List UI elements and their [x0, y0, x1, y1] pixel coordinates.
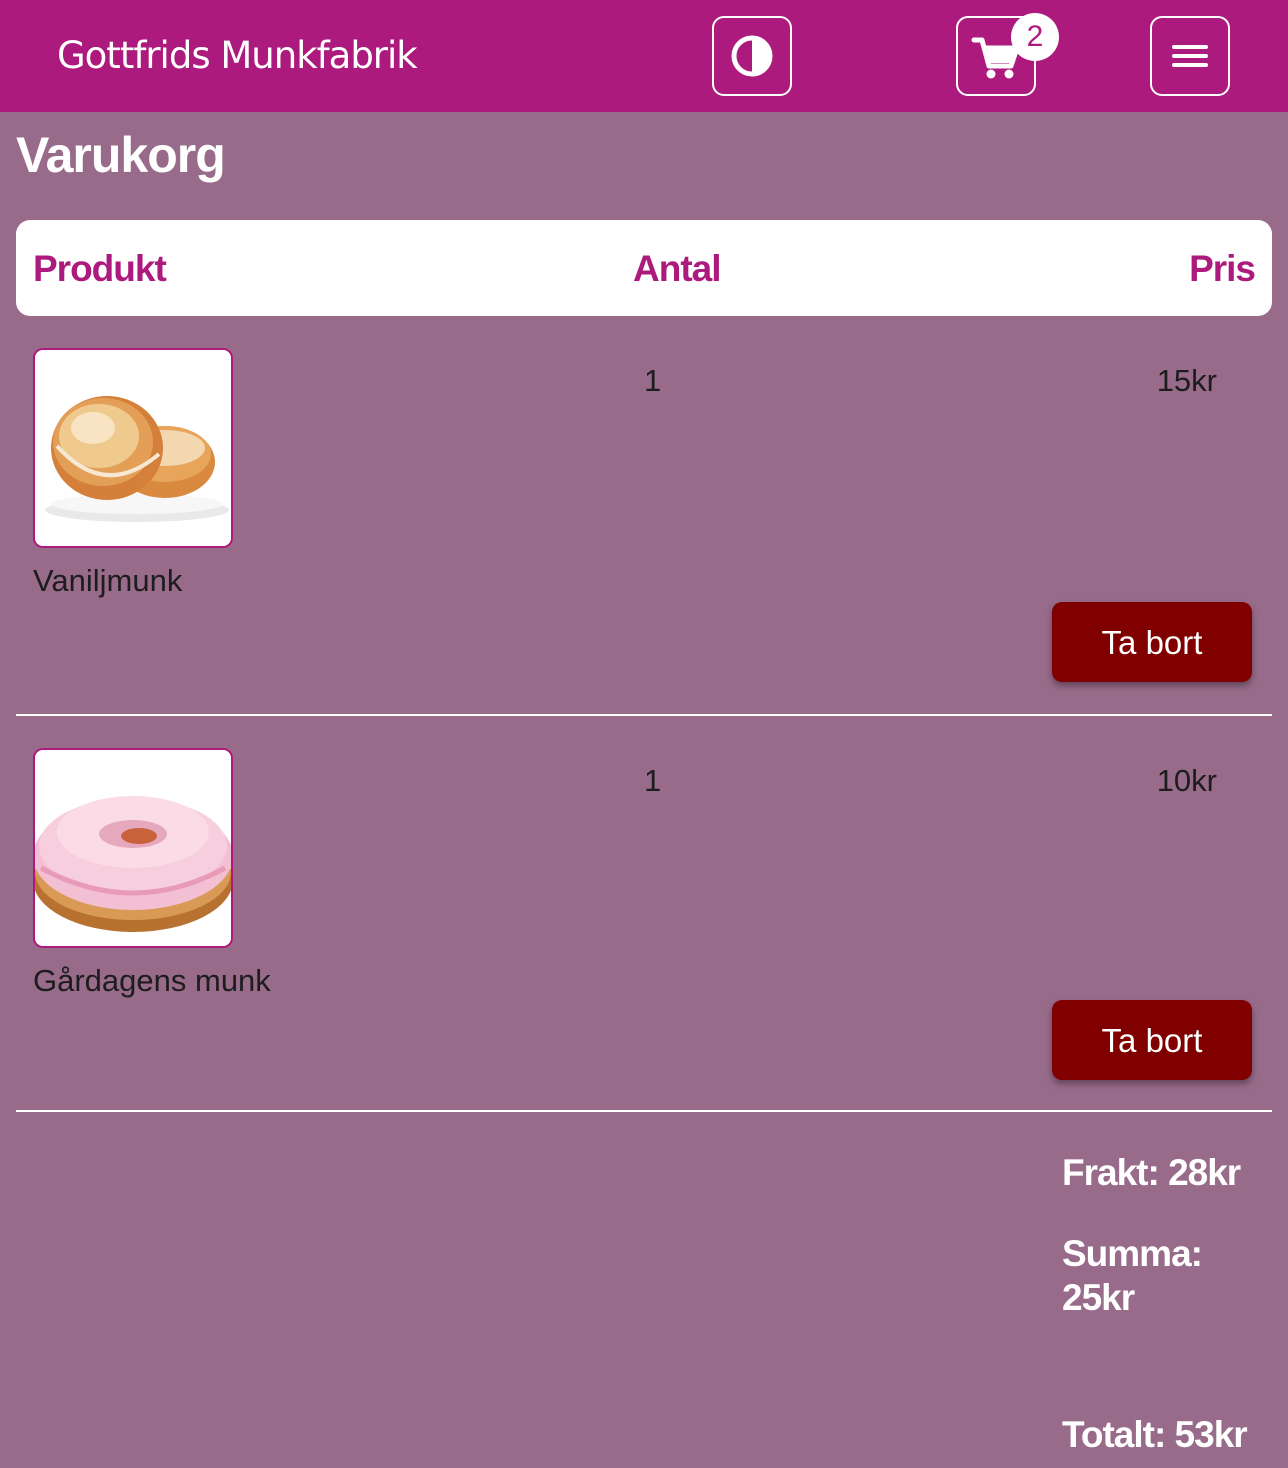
product-name: Gårdagens munk — [33, 963, 271, 998]
shipping-cost: Frakt: 28kr — [1062, 1152, 1241, 1193]
product-name: Vaniljmunk — [33, 563, 183, 598]
column-header-quantity: Antal — [633, 248, 721, 289]
product-quantity: 1 — [644, 763, 662, 798]
cart-count-badge: 2 — [1011, 13, 1059, 61]
page-title: Varukorg — [16, 127, 226, 183]
top-navbar: Gottfrids Munkfabrik 2 — [0, 0, 1288, 112]
hamburger-menu-icon — [1172, 45, 1208, 67]
product-price: 10kr — [1156, 763, 1217, 798]
column-header-price: Pris — [1189, 248, 1256, 289]
brand-logo-link[interactable]: Gottfrids Munkfabrik — [57, 32, 418, 80]
menu-button[interactable] — [1150, 16, 1230, 96]
contrast-toggle-button[interactable] — [712, 16, 792, 96]
remove-item-button[interactable]: Ta bort — [1052, 1000, 1252, 1080]
remove-item-button[interactable]: Ta bort — [1052, 602, 1252, 682]
subtotal: Summa: 25kr — [1062, 1233, 1203, 1318]
cart-table-header: Produkt Antal Pris — [16, 220, 1272, 316]
product-price: 15kr — [1156, 363, 1217, 398]
product-quantity: 1 — [644, 363, 662, 398]
column-header-product: Produkt — [33, 248, 167, 289]
product-image-gardagens-munk — [33, 748, 233, 948]
product-image-vaniljmunk — [33, 348, 233, 548]
total-amount: Totalt: 53kr — [1062, 1414, 1248, 1455]
contrast-icon — [731, 35, 773, 77]
cart-row: Vaniljmunk 1 15kr Ta bort — [16, 316, 1272, 716]
cart-row: Gårdagens munk 1 10kr Ta bort — [16, 716, 1272, 1112]
